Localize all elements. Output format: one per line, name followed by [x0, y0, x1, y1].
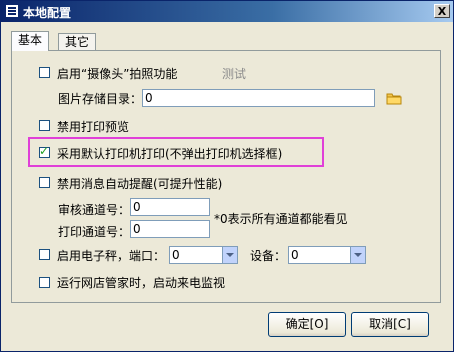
chevron-down-icon[interactable]	[222, 247, 237, 263]
cancel-button[interactable]: 取消[C]	[351, 312, 429, 337]
print-channel-input[interactable]: 0	[130, 220, 210, 238]
audit-channel-label: 审核通道号：	[58, 203, 131, 217]
monitor-label: 运行网店管家时，启动来电监视	[57, 276, 226, 290]
print-preview-label: 禁用打印预览	[57, 120, 130, 134]
port-select[interactable]: 0	[169, 246, 238, 264]
test-button[interactable]: 测试	[222, 65, 246, 82]
chevron-down-icon[interactable]	[350, 247, 365, 263]
config-dialog: 本地配置 X 基本 其它 启用“摄像头”拍照功能 测试 图片存储目录： 0 禁用…	[0, 0, 454, 352]
audit-channel-input[interactable]: 0	[130, 198, 210, 216]
device-select[interactable]: 0	[288, 246, 366, 264]
image-path-input[interactable]: 0	[142, 89, 375, 107]
image-path-label: 图片存储目录：	[58, 92, 143, 106]
print-channel-label: 打印通道号：	[58, 225, 131, 239]
ok-button[interactable]: 确定[O]	[268, 312, 346, 337]
folder-icon[interactable]	[386, 92, 402, 105]
camera-label: 启用“摄像头”拍照功能	[57, 67, 178, 81]
scale-label: 启用电子秤，端口：	[57, 249, 166, 263]
close-button[interactable]: X	[434, 4, 450, 18]
tab-basic[interactable]: 基本	[11, 31, 50, 51]
title-bar: 本地配置 X	[1, 1, 453, 22]
app-icon	[6, 5, 18, 17]
monitor-checkbox[interactable]	[39, 277, 50, 288]
channel-hint: *0表示所有通道都能看见	[214, 212, 348, 226]
device-value: 0	[291, 248, 299, 262]
notify-label: 禁用消息自动提醒(可提升性能)	[57, 177, 223, 191]
window-title: 本地配置	[23, 6, 72, 20]
camera-checkbox[interactable]	[39, 67, 50, 78]
default-printer-checkbox[interactable]	[39, 144, 50, 158]
print-preview-checkbox[interactable]	[39, 120, 50, 131]
default-printer-label: 采用默认打印机打印(不弹出打印机选择框)	[57, 147, 283, 161]
device-label: 设备：	[250, 249, 287, 263]
notify-checkbox[interactable]	[39, 177, 50, 188]
port-value: 0	[172, 248, 180, 262]
scale-checkbox[interactable]	[39, 249, 50, 260]
tab-other[interactable]: 其它	[58, 33, 97, 51]
